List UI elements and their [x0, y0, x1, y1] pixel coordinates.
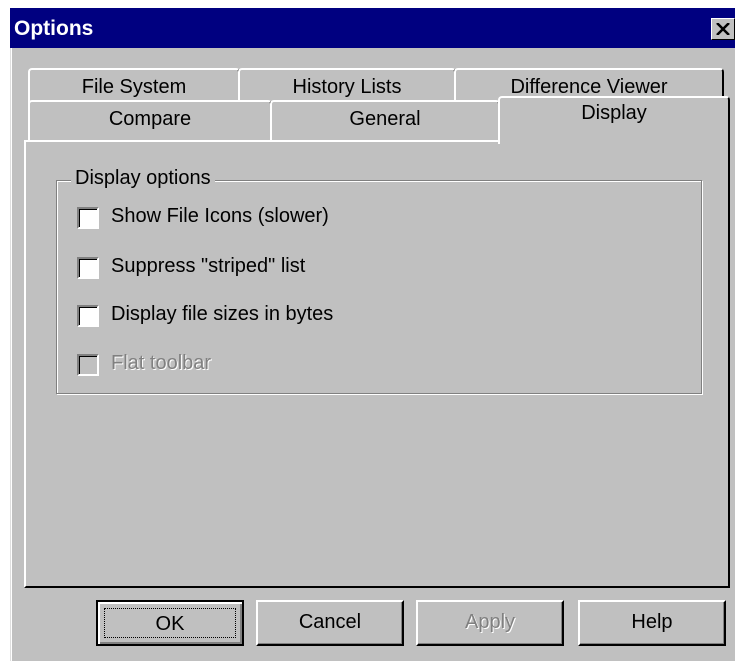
checkbox-label: Display file sizes in bytes: [111, 303, 334, 325]
checkbox-label: Suppress "striped" list: [111, 255, 306, 277]
ok-button[interactable]: OK: [96, 600, 244, 646]
title-bar[interactable]: Options: [10, 8, 735, 48]
tab-label: File System: [81, 76, 187, 98]
tab-display[interactable]: Display: [498, 96, 730, 144]
tab-file-system[interactable]: File System: [28, 68, 240, 104]
help-button[interactable]: Help: [578, 600, 726, 646]
checkbox-label: Show File Icons (slower): [111, 205, 329, 227]
apply-button: Apply: [416, 600, 564, 646]
display-options-group: Display options Show File Icons (slower)…: [56, 167, 702, 394]
help-button-label: Help: [631, 611, 673, 633]
tab-panel-display: Display options Show File Icons (slower)…: [24, 140, 730, 588]
cancel-button-label: Cancel: [298, 611, 362, 633]
checkbox-box[interactable]: [77, 257, 99, 279]
options-dialog: Options File System History Lists Differ…: [10, 8, 735, 661]
checkbox-label: Flat toolbar: [111, 352, 212, 374]
checkbox-box[interactable]: [77, 207, 99, 229]
tab-compare[interactable]: Compare: [28, 100, 272, 142]
tab-label: History Lists: [292, 76, 402, 98]
close-icon: [716, 23, 730, 35]
apply-button-label: Apply: [464, 611, 516, 633]
tab-label: Compare: [108, 108, 192, 130]
tab-history-lists[interactable]: History Lists: [238, 68, 456, 104]
tab-label: Display: [581, 102, 647, 124]
close-button[interactable]: [711, 18, 735, 40]
ok-button-label: OK: [104, 608, 236, 638]
cancel-button[interactable]: Cancel: [256, 600, 404, 646]
tab-general[interactable]: General: [270, 100, 500, 142]
window-title: Options: [14, 17, 94, 40]
tab-label: General: [349, 108, 421, 130]
group-label: Display options: [71, 167, 215, 190]
checkbox-box[interactable]: [77, 305, 99, 327]
checkbox-box: [77, 354, 99, 376]
